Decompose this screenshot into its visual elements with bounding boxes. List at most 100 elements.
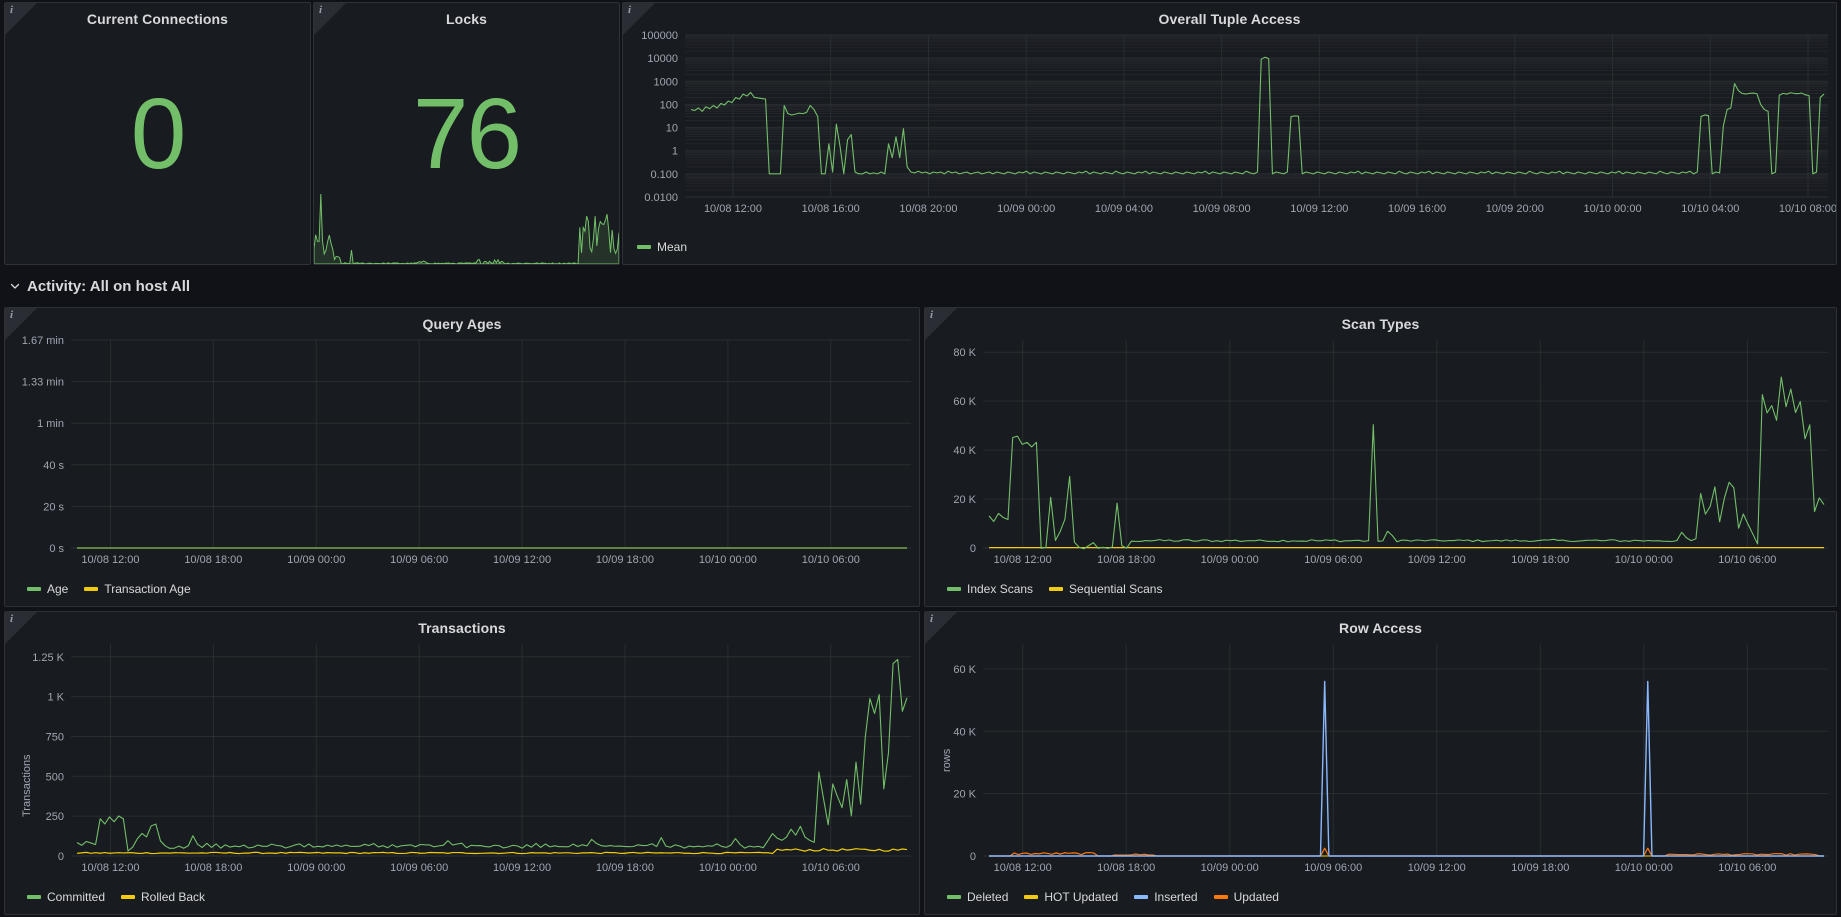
- legend-item-sequential-scans[interactable]: Sequential Scans: [1049, 582, 1162, 596]
- svg-text:10: 10: [666, 123, 678, 135]
- svg-text:10/09 06:00: 10/09 06:00: [390, 554, 448, 566]
- legend-item-hot-updated[interactable]: HOT Updated: [1024, 890, 1118, 904]
- row-title: Activity: All on host All: [27, 278, 191, 295]
- panel-scan-types[interactable]: i Scan Types 0 20 K 40 K 60 K 80 K 10/08 12:0…: [924, 307, 1837, 607]
- svg-text:10/10 04:00: 10/10 04:00: [1681, 203, 1739, 215]
- svg-text:40 K: 40 K: [953, 726, 976, 738]
- chart-transactions[interactable]: 0 250 500 750 1 K 1.25 K 10/08 12:00 10/08 18:0…: [5, 638, 919, 878]
- svg-text:10/10 06:00: 10/10 06:00: [1718, 862, 1776, 874]
- svg-text:100000: 100000: [641, 30, 678, 42]
- panel-info-icon[interactable]: i: [5, 3, 41, 39]
- panel-row-access[interactable]: i Row Access rows 0 20 K 40 K 60 K 10/08 12:…: [924, 611, 1837, 915]
- legend-swatch: [27, 895, 41, 899]
- legend-item-committed[interactable]: Committed: [27, 890, 105, 904]
- svg-text:10/08 18:00: 10/08 18:00: [184, 554, 242, 566]
- svg-text:10/09 08:00: 10/09 08:00: [1193, 203, 1251, 215]
- legend-label: Sequential Scans: [1069, 582, 1163, 596]
- locks-sparkline: [314, 186, 619, 264]
- svg-text:20 K: 20 K: [953, 789, 976, 801]
- svg-text:10/09 12:00: 10/09 12:00: [1408, 862, 1466, 874]
- svg-text:10/09 12:00: 10/09 12:00: [493, 554, 551, 566]
- svg-text:0 s: 0 s: [49, 543, 64, 555]
- svg-text:10/09 00:00: 10/09 00:00: [1201, 554, 1259, 566]
- legend-item-inserted[interactable]: Inserted: [1134, 890, 1198, 904]
- legend-swatch: [1213, 895, 1228, 899]
- legend-row-access[interactable]: Deleted HOT Updated Inserted Updated: [947, 890, 1279, 904]
- legend-item-age[interactable]: Age: [27, 582, 68, 596]
- svg-text:750: 750: [46, 731, 64, 743]
- svg-text:10/10 00:00: 10/10 00:00: [699, 862, 757, 874]
- legend-label: Index Scans: [967, 582, 1034, 596]
- svg-text:0.100: 0.100: [650, 169, 678, 181]
- svg-text:1: 1: [672, 146, 678, 158]
- legend-label: HOT Updated: [1044, 890, 1119, 904]
- svg-text:60 K: 60 K: [953, 396, 976, 408]
- panel-overall-tuple-access[interactable]: i Overall Tuple Access 0.0100 0.100 1 10 100…: [622, 2, 1837, 265]
- legend-label: Transaction Age: [104, 582, 191, 596]
- svg-text:10/08 12:00: 10/08 12:00: [994, 862, 1052, 874]
- grafana-dashboard: i Current Connections 0 i Locks 76 i Ove…: [0, 0, 1841, 917]
- legend-swatch: [947, 895, 961, 899]
- row-header-activity[interactable]: Activity: All on host All: [10, 278, 190, 295]
- legend-label: Age: [47, 582, 69, 596]
- panel-title: Scan Types: [1341, 316, 1420, 332]
- stat-value-current-connections: 0: [130, 77, 187, 190]
- svg-text:1000: 1000: [654, 76, 678, 88]
- svg-text:10/09 00:00: 10/09 00:00: [997, 203, 1055, 215]
- legend-swatch: [1024, 895, 1039, 899]
- svg-text:10/09 00:00: 10/09 00:00: [1201, 862, 1259, 874]
- legend-item-updated[interactable]: Updated: [1213, 890, 1279, 904]
- chart-overall-tuple-access[interactable]: 0.0100 0.100 1 10 100 1000 10000 100000 10/08 12…: [623, 29, 1836, 219]
- svg-text:10/09 06:00: 10/09 06:00: [1304, 862, 1362, 874]
- panel-query-ages[interactable]: i Query Ages 0 s 20 s 40 s1 min 1.33 min 1.6…: [4, 307, 920, 607]
- svg-text:10/08 12:00: 10/08 12:00: [81, 862, 139, 874]
- svg-text:10/09 18:00: 10/09 18:00: [1511, 862, 1569, 874]
- legend-label: Updated: [1233, 890, 1279, 904]
- legend-transactions[interactable]: Committed Rolled Back: [27, 890, 205, 904]
- chart-scan-types[interactable]: 0 20 K 40 K 60 K 80 K 10/08 12:00 10/08 18:00 1…: [925, 334, 1836, 570]
- legend-item-index-scans[interactable]: Index Scans: [947, 582, 1033, 596]
- chart-row-access[interactable]: 0 20 K 40 K 60 K 10/08 12:00 10/08 18:00 10/09…: [925, 638, 1836, 878]
- panel-title: Overall Tuple Access: [1158, 11, 1301, 27]
- legend-swatch: [637, 245, 651, 249]
- panel-transactions[interactable]: i Transactions Transactions 0 250 500 750 1 …: [4, 611, 920, 915]
- svg-text:10000: 10000: [647, 53, 678, 65]
- svg-text:1 K: 1 K: [47, 692, 64, 704]
- svg-text:10/09 00:00: 10/09 00:00: [287, 554, 345, 566]
- svg-text:10/09 12:00: 10/09 12:00: [493, 862, 551, 874]
- legend-item-deleted[interactable]: Deleted: [947, 890, 1008, 904]
- svg-text:10/09 00:00: 10/09 00:00: [287, 862, 345, 874]
- svg-text:10/09 06:00: 10/09 06:00: [1304, 554, 1362, 566]
- legend-swatch: [27, 587, 41, 591]
- stat-value-locks: 76: [412, 77, 522, 190]
- panel-title: Transactions: [418, 620, 506, 636]
- panel-current-connections[interactable]: i Current Connections 0: [4, 2, 311, 265]
- svg-text:10/09 18:00: 10/09 18:00: [596, 862, 654, 874]
- svg-text:10/10 00:00: 10/10 00:00: [699, 554, 757, 566]
- svg-text:40 K: 40 K: [953, 445, 976, 457]
- legend-item-transaction-age[interactable]: Transaction Age: [84, 582, 191, 596]
- chevron-down-icon: [10, 281, 20, 291]
- svg-text:10/10 06:00: 10/10 06:00: [802, 554, 860, 566]
- panel-title: Row Access: [1339, 620, 1422, 636]
- panel-locks[interactable]: i Locks 76: [313, 2, 620, 265]
- legend-item-rolled-back[interactable]: Rolled Back: [121, 890, 205, 904]
- legend-scan-types[interactable]: Index Scans Sequential Scans: [947, 582, 1162, 596]
- panel-info-icon[interactable]: i: [314, 3, 350, 39]
- svg-text:10/10 00:00: 10/10 00:00: [1583, 203, 1641, 215]
- svg-text:10/09 16:00: 10/09 16:00: [1388, 203, 1446, 215]
- legend-overall-tuple-access[interactable]: Mean: [637, 240, 687, 254]
- legend-item-mean[interactable]: Mean: [637, 240, 687, 254]
- svg-text:20 s: 20 s: [43, 501, 64, 513]
- svg-text:10/08 12:00: 10/08 12:00: [81, 554, 139, 566]
- svg-text:60 K: 60 K: [953, 664, 976, 676]
- svg-text:1.33 min: 1.33 min: [22, 377, 64, 389]
- svg-text:20 K: 20 K: [953, 494, 976, 506]
- svg-text:10/09 12:00: 10/09 12:00: [1290, 203, 1348, 215]
- svg-text:10/09 18:00: 10/09 18:00: [1511, 554, 1569, 566]
- svg-text:10/08 18:00: 10/08 18:00: [1097, 862, 1155, 874]
- legend-query-ages[interactable]: Age Transaction Age: [27, 582, 191, 596]
- chart-query-ages[interactable]: 0 s 20 s 40 s 1 min 1.33 min 1.67 min 10/08 12…: [5, 334, 919, 570]
- svg-text:10/09 06:00: 10/09 06:00: [390, 862, 448, 874]
- svg-text:10/10 06:00: 10/10 06:00: [1718, 554, 1776, 566]
